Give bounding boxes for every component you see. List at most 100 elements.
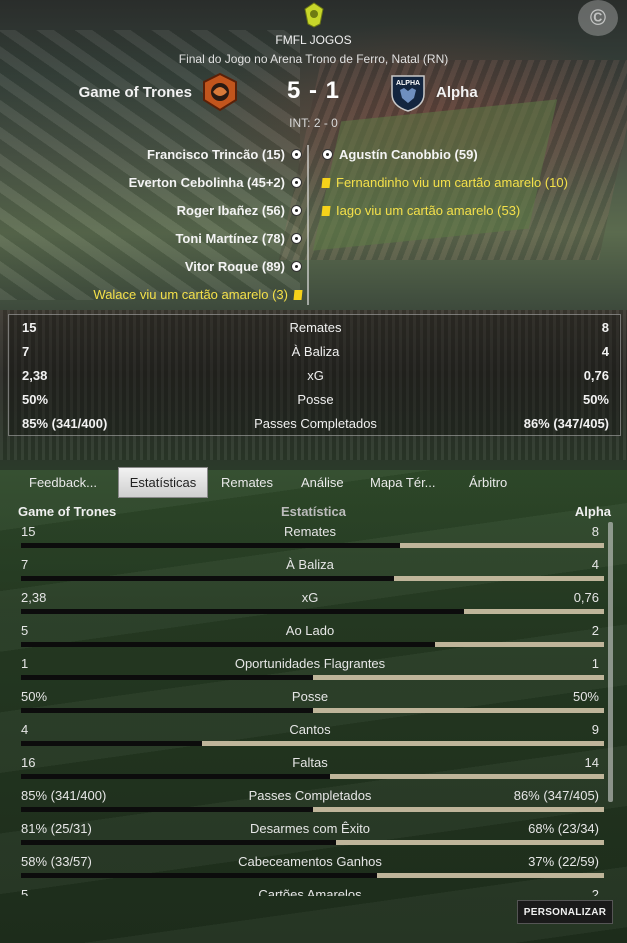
stat-row: 2,38 xG 0,76 [0, 586, 627, 619]
final-score: 5 - 1 [286, 77, 341, 104]
stat-bar-away [400, 543, 604, 548]
match-summary-box: 15 Remates 8 7 À Baliza 4 2,38 xG 0,76 5… [8, 314, 621, 436]
yellow-card-icon [321, 205, 331, 216]
stat-bar-home [21, 774, 330, 779]
stat-label: À Baliza [286, 557, 334, 572]
stat-bar-away [377, 873, 604, 878]
stats-header-center: Estatística [280, 504, 347, 519]
stat-bar-away [394, 576, 604, 581]
stat-bar-home [21, 873, 377, 878]
away-team-crest-icon[interactable]: ALPHA [388, 72, 428, 112]
stat-away-value: 50% [572, 689, 599, 704]
stat-bar-home [21, 675, 313, 680]
home-event-goal: Roger Ibañez (56) [177, 203, 302, 218]
home-event-goal: Vitor Roque (89) [185, 259, 302, 274]
stat-bar-home [21, 543, 400, 548]
stat-row: 7À Baliza 4 [0, 553, 627, 586]
tab-mapa-termico[interactable]: Mapa Tér... [370, 475, 436, 490]
yellow-card-icon [321, 177, 331, 188]
summary-row: 50% Posse 50% [22, 392, 609, 407]
stat-away-value: 1 [591, 656, 599, 671]
events-divider [307, 145, 309, 305]
competition-name: FMFL JOGOS [275, 33, 352, 47]
stats-scrollbar[interactable] [608, 522, 613, 802]
stat-label: Desarmes com Êxito [250, 821, 370, 836]
stat-bar-home [21, 807, 313, 812]
summary-row: 85% (341/400) Passes Completados 86% (34… [22, 416, 609, 431]
summary-row: 7 À Baliza 4 [22, 344, 609, 359]
stat-row: 4 Cantos 9 [0, 718, 627, 751]
stat-row: 5 Ao Lado 2 [0, 619, 627, 652]
stat-away-value: 8 [591, 524, 599, 539]
summary-row: 15 Remates 8 [22, 320, 609, 335]
stat-label: Remates [283, 524, 337, 539]
stat-row: 81% (25/31) Desarmes com Êxito 68% (23/34) [0, 817, 627, 850]
stat-bar-away [313, 807, 604, 812]
stat-away-value: 37% (22/59) [528, 854, 599, 869]
away-event-goal: Agustín Canobbio (59) [322, 147, 478, 162]
stats-table[interactable]: 15 Remates 8 7 À Baliza 4 2,38 xG 0,76 5 Ao Lado 2 1… [0, 520, 627, 896]
stat-away-value: 86% (347/405) [513, 788, 599, 803]
stat-away-value: 68% (23/34) [528, 821, 599, 836]
goal-ball-icon [291, 205, 302, 216]
tab-arbitro[interactable]: Árbitro [469, 475, 507, 490]
competition-logo-icon [304, 2, 324, 28]
stat-bar-away [330, 774, 604, 779]
home-event-goal: Toni Martínez (78) [175, 231, 302, 246]
stat-label: Ao Lado [285, 623, 335, 638]
stat-away-value: 4 [591, 557, 599, 572]
stat-label: Faltas [292, 755, 328, 770]
stat-label: Cantos [289, 722, 331, 737]
goal-ball-icon [291, 261, 302, 272]
stat-away-value: 2 [591, 623, 599, 638]
stat-label: Cartões Amarelos [258, 887, 362, 896]
away-team-name[interactable]: Alpha [436, 84, 478, 101]
stat-bar-home [21, 576, 394, 581]
stat-bar-home [21, 840, 336, 845]
stat-bar-away [435, 642, 604, 647]
stat-label: Oportunidades Flagrantes [234, 656, 386, 671]
stat-row: 85% (341/400) Passes Completados 86% (347/… [0, 784, 627, 817]
away-crest-text: ALPHA [396, 80, 420, 87]
stat-bar-home [21, 741, 202, 746]
personalizar-button[interactable]: PERSONALIZAR [517, 900, 613, 924]
stat-bar-home [21, 708, 313, 713]
home-event-yellow-card: Walace viu um cartão amarelo (3) [93, 287, 303, 302]
home-event-goal: Francisco Trincão (15) [147, 147, 302, 162]
away-event-yellow-card: Iago viu um cartão amarelo (53) [321, 203, 520, 218]
stat-label: xG [301, 590, 319, 605]
tab-estatisticas[interactable]: Estatísticas [118, 467, 208, 498]
stat-row: 16 Faltas 14 [0, 751, 627, 784]
away-event-yellow-card: Fernandinho viu um cartão amarelo (10) [321, 175, 568, 190]
tab-analise[interactable]: Análise [301, 475, 344, 490]
goal-ball-icon [291, 233, 302, 244]
stats-header-away[interactable]: Alpha [575, 504, 611, 519]
tab-feedback[interactable]: Feedback... [29, 475, 97, 490]
stat-row: 50% Posse 50% [0, 685, 627, 718]
yellow-card-icon [293, 289, 303, 300]
home-event-goal: Everton Cebolinha (45+2) [129, 175, 302, 190]
halftime-score: INT: 2 - 0 [289, 116, 338, 130]
stat-bar-away [464, 609, 604, 614]
stat-away-value: 2 [591, 887, 599, 896]
stat-away-value: 14 [584, 755, 599, 770]
stat-row: 15 Remates 8 [0, 520, 627, 553]
stat-row: 58% (33/57) Cabeceamentos Ganhos 37% (22/5… [0, 850, 627, 883]
venue-text: Final do Jogo no Arena Trono de Ferro, N… [178, 52, 449, 66]
stat-away-value: 9 [591, 722, 599, 737]
goal-ball-icon [291, 177, 302, 188]
stat-label: Cabeceamentos Ganhos [238, 854, 382, 869]
summary-row: 2,38 xG 0,76 [22, 368, 609, 383]
stat-bar-away [202, 741, 604, 746]
goal-ball-icon [291, 149, 302, 160]
stat-row: 5 Cartões Amarelos 2 [0, 883, 627, 896]
goal-ball-icon [322, 149, 333, 160]
stat-bar-home [21, 609, 464, 614]
stat-label: Posse [291, 689, 329, 704]
stat-bar-away [313, 675, 604, 680]
stat-bar-home [21, 642, 435, 647]
stat-row: 1 Oportunidades Flagrantes 1 [0, 652, 627, 685]
copyright-icon: © [578, 0, 618, 36]
stat-away-value: 0,76 [573, 590, 599, 605]
tab-remates[interactable]: Remates [221, 475, 273, 490]
